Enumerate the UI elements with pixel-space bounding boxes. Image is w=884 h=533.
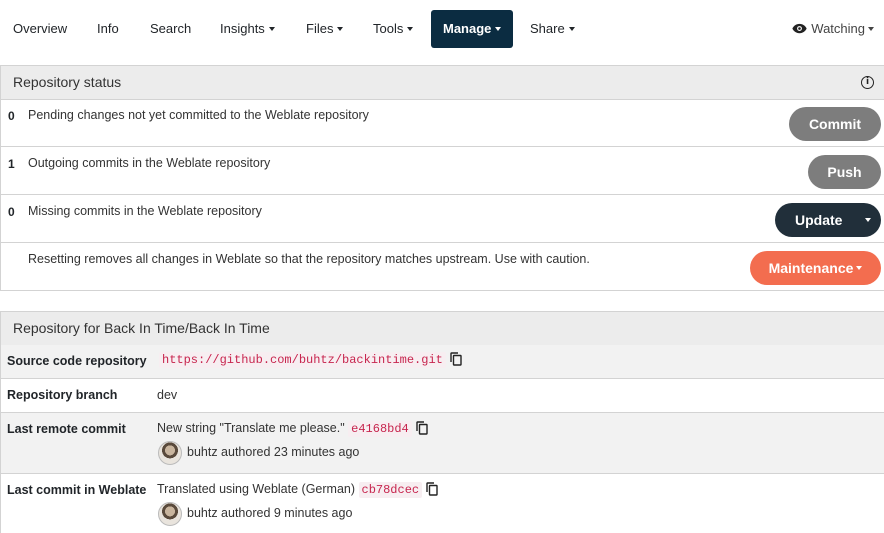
repository-info-panel: Repository for Back In Time/Back In Time… [0,311,884,533]
remote-commit-row: Last remote commit New string "Translate… [1,413,884,474]
commit-author: buhtz authored 9 minutes ago [187,506,353,520]
caret-down-icon [568,26,575,31]
nav-tools[interactable]: Tools [361,10,425,48]
caret-down-icon [868,26,874,31]
top-nav: Overview Info Search Insights Files Tool… [0,0,884,56]
status-text: Missing commits in the Weblate repositor… [28,204,262,218]
info-icon[interactable]: i [861,76,874,89]
caret-down-icon [407,26,414,31]
maintenance-button[interactable]: Maintenance [750,251,881,285]
nav-overview[interactable]: Overview [1,10,79,48]
branch-row: Repository branch dev [1,379,884,413]
caret-down-icon [495,26,502,31]
nav-info[interactable]: Info [85,10,131,48]
weblate-commit-row: Last commit in Weblate Translated using … [1,474,884,533]
pending-count: 0 [8,109,15,123]
avatar[interactable] [158,502,182,526]
commit-message: New string "Translate me please." [157,421,345,435]
nav-manage[interactable]: Manage [431,10,513,48]
watching-dropdown[interactable]: Watching [792,10,874,48]
caret-down-icon [268,26,275,31]
caret-down-icon [337,26,344,31]
missing-count: 0 [8,205,15,219]
update-button[interactable]: Update [775,203,881,237]
status-text: Pending changes not yet committed to the… [28,108,369,122]
copy-icon[interactable] [416,421,428,435]
commit-message: Translated using Weblate (German) [157,482,356,496]
nav-insights[interactable]: Insights [208,10,287,48]
eye-icon [792,23,807,34]
update-dropdown-toggle[interactable] [861,203,881,237]
panel-heading: Repository status i [1,66,884,100]
nav-search[interactable]: Search [138,10,203,48]
outgoing-count: 1 [8,157,15,171]
source-url: https://github.com/buhtz/backintime.git [159,352,446,368]
status-row-missing: 0 Missing commits in the Weblate reposit… [1,195,884,243]
status-row-pending: 0 Pending changes not yet committed to t… [1,99,884,147]
commit-hash: e4168bd4 [348,421,412,437]
commit-author: buhtz authored 23 minutes ago [187,445,360,459]
reset-warning-text: Resetting removes all changes in Weblate… [28,252,590,266]
commit-hash: cb78dcec [358,482,423,498]
push-button[interactable]: Push [808,155,881,189]
copy-icon[interactable] [450,352,462,366]
status-row-reset: Resetting removes all changes in Weblate… [1,243,884,291]
commit-button[interactable]: Commit [789,107,881,141]
nav-files[interactable]: Files [294,10,355,48]
nav-share[interactable]: Share [518,10,587,48]
panel-heading: Repository for Back In Time/Back In Time [1,312,884,346]
caret-down-icon [856,266,863,271]
avatar[interactable] [158,441,182,465]
status-row-outgoing: 1 Outgoing commits in the Weblate reposi… [1,147,884,195]
branch-value: dev [157,388,178,402]
source-repo-row: Source code repository https://github.co… [1,345,884,379]
copy-icon[interactable] [426,482,438,496]
repository-status-panel: Repository status i 0 Pending changes no… [0,65,884,291]
status-text: Outgoing commits in the Weblate reposito… [28,156,271,170]
